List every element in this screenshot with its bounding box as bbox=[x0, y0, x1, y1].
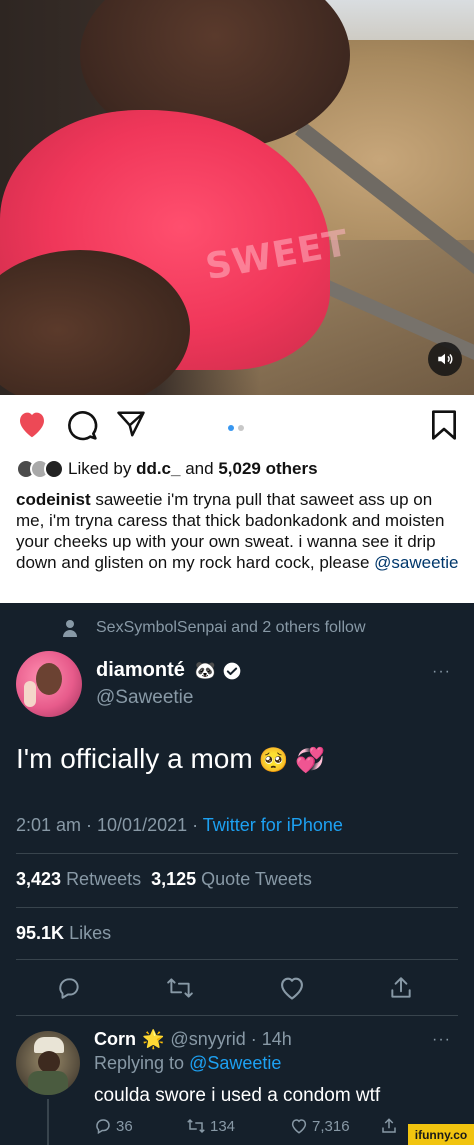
reply-icon[interactable] bbox=[56, 975, 82, 1001]
more-options-button[interactable]: ··· bbox=[432, 663, 451, 681]
share-icon bbox=[382, 1118, 396, 1133]
reply-icon bbox=[96, 1119, 110, 1135]
like-icon[interactable] bbox=[278, 975, 306, 1001]
reply-retweet-button[interactable]: 134 bbox=[186, 1117, 235, 1135]
retweet-icon[interactable] bbox=[166, 975, 194, 1001]
panda-emoji: 🐼 bbox=[194, 660, 217, 680]
heart-icon[interactable] bbox=[16, 409, 48, 439]
speaker-icon bbox=[438, 353, 453, 365]
retweets-count: 3,423 bbox=[16, 869, 62, 889]
caption-mention[interactable]: @saweetie bbox=[374, 553, 458, 572]
social-context-text: SexSymbolSenpai and 2 others follow bbox=[96, 619, 366, 636]
reply-share-button[interactable] bbox=[380, 1117, 398, 1135]
replying-to: Replying to @Saweetie bbox=[94, 1053, 281, 1074]
reply-text: coulda swore i used a condom wtf bbox=[94, 1085, 381, 1106]
replying-to-mention[interactable]: @Saweetie bbox=[189, 1053, 281, 1073]
carousel-dot bbox=[238, 425, 244, 431]
reply-reply-button[interactable]: 36 bbox=[94, 1117, 133, 1135]
reply-avatar[interactable] bbox=[16, 1031, 80, 1095]
reply-replies-count: 36 bbox=[116, 1117, 133, 1135]
caption-username[interactable]: codeinist bbox=[16, 490, 91, 509]
tweet-emoji: 🥺 💞 bbox=[258, 747, 326, 774]
likes-label: Likes bbox=[69, 923, 112, 943]
avatar[interactable] bbox=[16, 651, 82, 717]
carousel-dot-active bbox=[228, 425, 234, 431]
social-context[interactable]: SexSymbolSenpai and 2 others follow bbox=[62, 619, 366, 637]
sound-toggle-button[interactable] bbox=[428, 342, 462, 376]
send-icon[interactable] bbox=[116, 409, 146, 439]
retweets-stat[interactable]: 3,423 Retweets bbox=[16, 869, 141, 890]
tweet-body: I'm officially a mom bbox=[16, 743, 253, 774]
liked-by-user[interactable]: dd.c_ bbox=[136, 459, 180, 479]
person-icon bbox=[63, 620, 77, 637]
tweet-view: SexSymbolSenpai and 2 others follow diam… bbox=[0, 603, 474, 1145]
carousel-dots bbox=[228, 425, 244, 431]
liked-by-count[interactable]: 5,029 others bbox=[218, 459, 317, 479]
avatar-hand bbox=[24, 681, 36, 707]
tweet-time: 2:01 am · 10/01/2021 · bbox=[16, 815, 203, 835]
tweet-stats: 3,423 Retweets 3,125 Quote Tweets bbox=[16, 869, 312, 890]
divider bbox=[16, 959, 458, 960]
tweet-client-link[interactable]: Twitter for iPhone bbox=[203, 815, 343, 835]
liker-avatars bbox=[16, 459, 64, 479]
tweet-timestamp: 2:01 am · 10/01/2021 · Twitter for iPhon… bbox=[16, 815, 343, 836]
replying-to-prefix: Replying to bbox=[94, 1053, 190, 1073]
retweets-label: Retweets bbox=[66, 869, 142, 889]
bookmark-icon[interactable] bbox=[430, 409, 458, 441]
liked-by-prefix: Liked by bbox=[68, 459, 132, 478]
reply-like-button[interactable]: 7,316 bbox=[290, 1117, 350, 1135]
avatar-face bbox=[38, 1051, 60, 1073]
liked-by-and: and bbox=[185, 459, 214, 478]
post-video[interactable]: SWEET bbox=[0, 0, 474, 395]
post-action-bar bbox=[0, 405, 474, 445]
star-emoji: 🌟 bbox=[142, 1029, 165, 1049]
comment-icon[interactable] bbox=[66, 409, 98, 441]
avatar bbox=[44, 459, 64, 479]
share-icon[interactable] bbox=[388, 975, 414, 1001]
reply-likes-count: 7,316 bbox=[312, 1117, 350, 1135]
reply-handle-time[interactable]: @snyyrid · 14h bbox=[170, 1029, 291, 1050]
instagram-post-panel: Liked by dd.c_ and 5,029 others codeinis… bbox=[0, 395, 474, 603]
display-name-text: diamonté bbox=[96, 659, 185, 681]
avatar-face bbox=[36, 663, 62, 695]
tweet-text: I'm officially a mom 🥺 💞 bbox=[16, 743, 325, 775]
reply-retweets-count: 134 bbox=[210, 1117, 236, 1135]
quotes-stat[interactable]: 3,125 Quote Tweets bbox=[151, 869, 312, 890]
divider bbox=[16, 1015, 458, 1016]
display-name[interactable]: diamonté 🐼 bbox=[96, 659, 242, 682]
retweet-icon bbox=[187, 1118, 205, 1134]
thread-line bbox=[47, 1099, 49, 1145]
likes-stat[interactable]: 95.1K Likes bbox=[16, 923, 111, 944]
reply-more-options-button[interactable]: ··· bbox=[432, 1031, 451, 1049]
tweet-action-bar bbox=[0, 973, 474, 1007]
quotes-count: 3,125 bbox=[151, 869, 197, 889]
post-caption: codeinist saweetie i'm tryna pull that s… bbox=[16, 489, 460, 573]
divider bbox=[16, 907, 458, 908]
reply-header: Corn 🌟 @snyyrid · 14h bbox=[94, 1029, 292, 1050]
liked-by-row[interactable]: Liked by dd.c_ and 5,029 others bbox=[16, 457, 318, 481]
user-handle[interactable]: @Saweetie bbox=[96, 687, 193, 709]
reply-display-name[interactable]: Corn bbox=[94, 1029, 136, 1050]
like-icon bbox=[291, 1119, 307, 1134]
quotes-label: Quote Tweets bbox=[201, 869, 312, 889]
site-watermark: ifunny.co bbox=[408, 1124, 474, 1145]
likes-count: 95.1K bbox=[16, 923, 65, 943]
avatar-body bbox=[28, 1071, 68, 1095]
verified-badge-icon bbox=[223, 662, 241, 679]
divider bbox=[16, 853, 458, 854]
